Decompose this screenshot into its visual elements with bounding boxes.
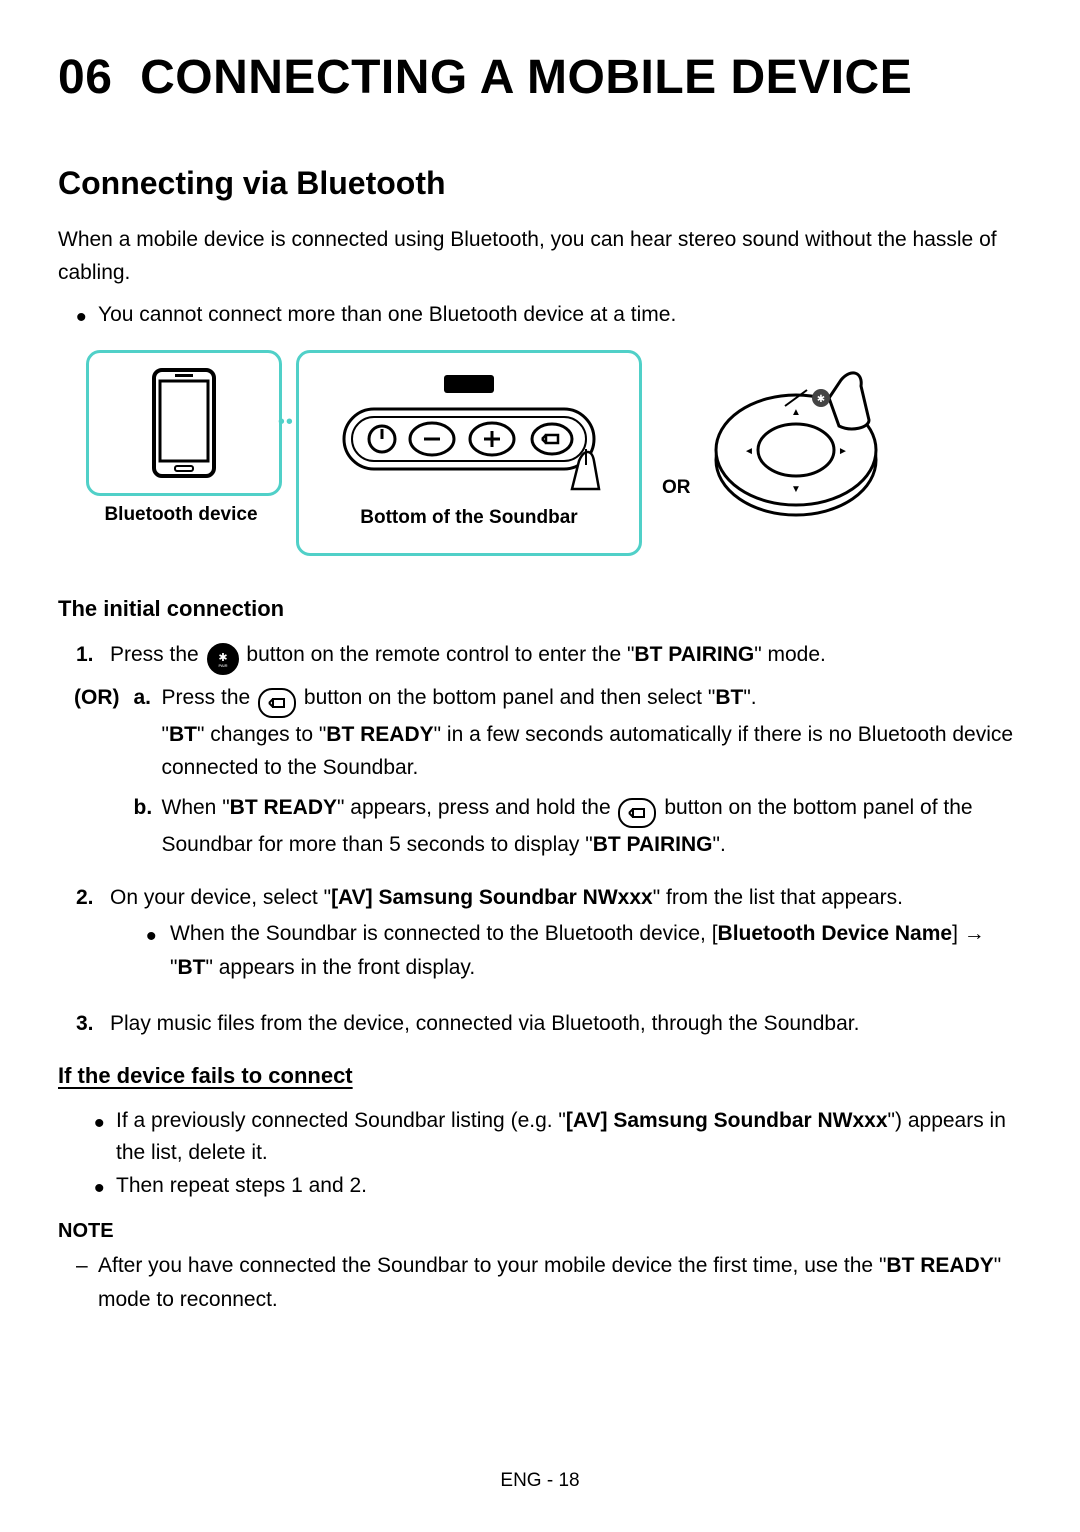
phone-icon: [151, 367, 217, 479]
limitation-bullet: You cannot connect more than one Bluetoo…: [58, 299, 1022, 332]
substep-b-ready: BT READY: [230, 796, 337, 819]
substep-b: b. When "BT READY" appears, press and ho…: [134, 791, 1023, 862]
fail-bullet-2: Then repeat steps 1 and 2.: [76, 1170, 1022, 1203]
substep-a-mid: " changes to ": [197, 723, 326, 746]
bluetooth-device-figure: ••✶•• Bluetooth device: [86, 350, 276, 526]
soundbar-panel-label: Bottom of the Soundbar: [299, 507, 639, 529]
step-3-text: Play music files from the device, connec…: [110, 1007, 1022, 1041]
or-tag: (OR): [58, 681, 134, 715]
substep-b-marker: b.: [134, 791, 162, 825]
step-1-text-pre: Press the: [110, 643, 205, 666]
note-heading: NOTE: [58, 1220, 1022, 1243]
fail-b1-device: [AV] Samsung Soundbar NWxxx: [566, 1109, 888, 1132]
note-pre: After you have connected the Soundbar to…: [98, 1254, 886, 1277]
step-2-sub-end: " appears in the front display.: [205, 956, 475, 979]
step-2-sub-bt: BT: [177, 956, 205, 979]
source-button-icon: [618, 798, 656, 828]
initial-connection-heading: The initial connection: [58, 596, 1022, 622]
substep-b-pre: When ": [162, 796, 230, 819]
substep-a-marker: a.: [134, 681, 162, 715]
note-ready: BT READY: [886, 1254, 993, 1277]
substep-b-pair: BT PAIRING: [593, 833, 713, 856]
step-2-post: " from the list that appears.: [653, 886, 903, 909]
pair-button-icon: ✱PAIR: [207, 643, 239, 675]
substep-a: a. Press the button on the bottom panel …: [134, 681, 1023, 785]
remote-press-figure: ▲ ▼ ◄ ► ✱: [711, 350, 901, 525]
svg-text:PAIR: PAIR: [218, 663, 227, 667]
section-title: Connecting via Bluetooth: [58, 165, 1022, 202]
substep-a-end: ".: [743, 686, 756, 709]
diagram-row: ••✶•• Bluetooth device: [86, 350, 1022, 556]
or-alternative-block: (OR) a. Press the button on the bottom p…: [58, 681, 1022, 868]
soundbar-panel-figure: Bottom of the Soundbar: [296, 350, 642, 556]
step-2-sub-bullet: When the Soundbar is connected to the Bl…: [146, 917, 1022, 984]
svg-text:✱: ✱: [816, 394, 824, 405]
substep-b-mid: " appears, press and hold the: [337, 796, 616, 819]
page-footer: ENG - 18: [0, 1470, 1080, 1492]
substep-a-bt2: BT: [169, 723, 197, 746]
step-2-pre: On your device, select ": [110, 886, 331, 909]
step-2-marker: 2.: [76, 881, 110, 915]
step-1-marker: 1.: [76, 638, 110, 672]
svg-text:▲: ▲: [791, 407, 801, 418]
step-3-marker: 3.: [76, 1007, 110, 1041]
step-3: 3. Play music files from the device, con…: [58, 1007, 1022, 1041]
soundbar-panel-icon: [324, 369, 614, 499]
step-2-sub-name: Bluetooth Device Name: [718, 922, 953, 945]
step-2: 2. On your device, select "[AV] Samsung …: [58, 881, 1022, 1005]
step-1: 1. Press the ✱PAIR button on the remote …: [58, 638, 1022, 675]
bluetooth-device-label: Bluetooth device: [86, 504, 276, 526]
substep-a-post: button on the bottom panel and then sele…: [304, 686, 715, 709]
fail-bullet-1: If a previously connected Soundbar listi…: [76, 1105, 1022, 1170]
substep-a-pre: Press the: [162, 686, 257, 709]
chapter-title: 06 CONNECTING A MOBILE DEVICE: [58, 50, 1022, 105]
substep-b-end: ".: [713, 833, 726, 856]
substep-a-bt: BT: [715, 686, 743, 709]
step-1-text-end: " mode.: [754, 643, 826, 666]
remote-dial-icon: ▲ ▼ ◄ ► ✱: [711, 350, 901, 520]
note-item: After you have connected the Soundbar to…: [58, 1249, 1022, 1316]
step-1-mode: BT PAIRING: [634, 643, 754, 666]
section-intro: When a mobile device is connected using …: [58, 224, 1022, 289]
step-2-device-name: [AV] Samsung Soundbar NWxxx: [331, 886, 653, 909]
step-1-text-post: button on the remote control to enter th…: [246, 643, 634, 666]
svg-text:▼: ▼: [791, 484, 801, 495]
svg-text:◄: ◄: [744, 446, 754, 457]
step-2-sub-pre: When the Soundbar is connected to the Bl…: [170, 922, 718, 945]
or-divider-label: OR: [662, 477, 691, 499]
chapter-title-text: CONNECTING A MOBILE DEVICE: [140, 51, 912, 104]
source-button-icon: [258, 688, 296, 718]
substep-a-ready: BT READY: [326, 723, 433, 746]
substep-a-q1: ": [162, 723, 169, 746]
fail-b1-pre: If a previously connected Soundbar listi…: [116, 1109, 566, 1132]
chapter-number: 06: [58, 51, 112, 104]
fail-connect-heading: If the device fails to connect: [58, 1063, 1022, 1089]
svg-text:►: ►: [838, 446, 848, 457]
